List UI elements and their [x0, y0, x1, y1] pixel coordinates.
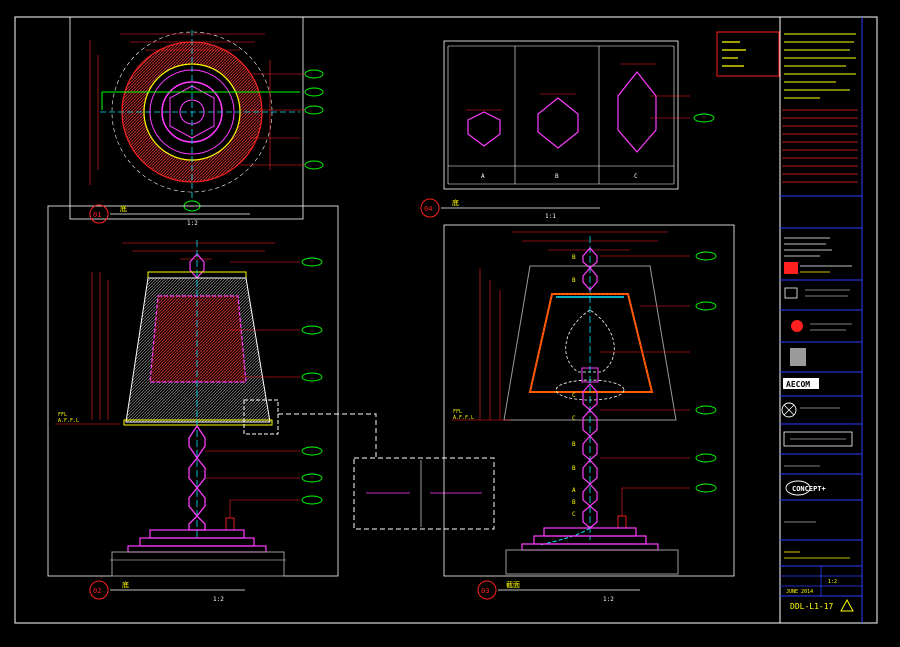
detail-enlargement — [353, 457, 495, 530]
bead-label: B — [572, 441, 576, 448]
view-number: 04 — [424, 205, 432, 213]
view-scale: 1:2 — [213, 596, 224, 603]
view-scale: 1:2 — [603, 596, 614, 603]
aecom-logo-text: AECOM — [786, 380, 810, 389]
view-number: 02 — [93, 587, 101, 595]
bead-option-c-label: C — [634, 173, 638, 180]
cad-drawing-sheet: FFL A.F.F.L A B C B B C C B B A B C FFL … — [14, 16, 878, 624]
view-title: 截面 — [506, 580, 520, 589]
view-number: 03 — [481, 587, 489, 595]
revision-triangle-icon — [840, 598, 854, 612]
view-02-elevation: FFL A.F.F.L — [47, 205, 377, 577]
title-block: AECOM CONCEPT+ 1:2 JUNE 2014 DDL-L1-17 — [779, 17, 863, 623]
bead-label: C — [572, 392, 576, 399]
view-title: 底 — [452, 198, 459, 207]
bead-label: B — [572, 465, 576, 472]
v03-affl-label: A.F.F.L — [453, 415, 474, 421]
date-value: JUNE 2014 — [786, 589, 813, 595]
view-03-section: B B C C B B A B C FFL A.F.F.L — [443, 224, 735, 577]
concept-logo-text: CONCEPT+ — [792, 485, 826, 493]
bead-option-a-label: A — [481, 173, 485, 180]
view-title-03: 03 截面 1:2 — [477, 580, 640, 603]
bead-label: C — [572, 415, 576, 422]
notes-box — [716, 31, 780, 77]
bead-label: B — [572, 499, 576, 506]
bead-label: B — [572, 254, 576, 261]
view-04-bead-options: A B C — [443, 40, 715, 190]
view-01-plan — [69, 16, 324, 220]
bead-label: A — [572, 487, 576, 494]
view-scale: 1:1 — [545, 213, 556, 220]
v02-affl-label: A.F.F.L — [58, 418, 79, 424]
view-title-02: 02 底 1:2 — [89, 580, 245, 603]
view-number: 01 — [93, 211, 101, 219]
bead-label: B — [572, 277, 576, 284]
view-title: 底 — [122, 580, 129, 589]
view-title-04: 04 底 1:1 — [420, 198, 600, 220]
scale-value: 1:2 — [828, 579, 837, 585]
view-title: 底 — [120, 204, 127, 213]
view-title-01: 01 底 1:2 — [89, 204, 250, 227]
view-scale: 1:2 — [187, 220, 198, 227]
bead-option-b-label: B — [555, 173, 559, 180]
bead-label: C — [572, 511, 576, 518]
drawing-number: DDL-L1-17 — [790, 602, 834, 611]
